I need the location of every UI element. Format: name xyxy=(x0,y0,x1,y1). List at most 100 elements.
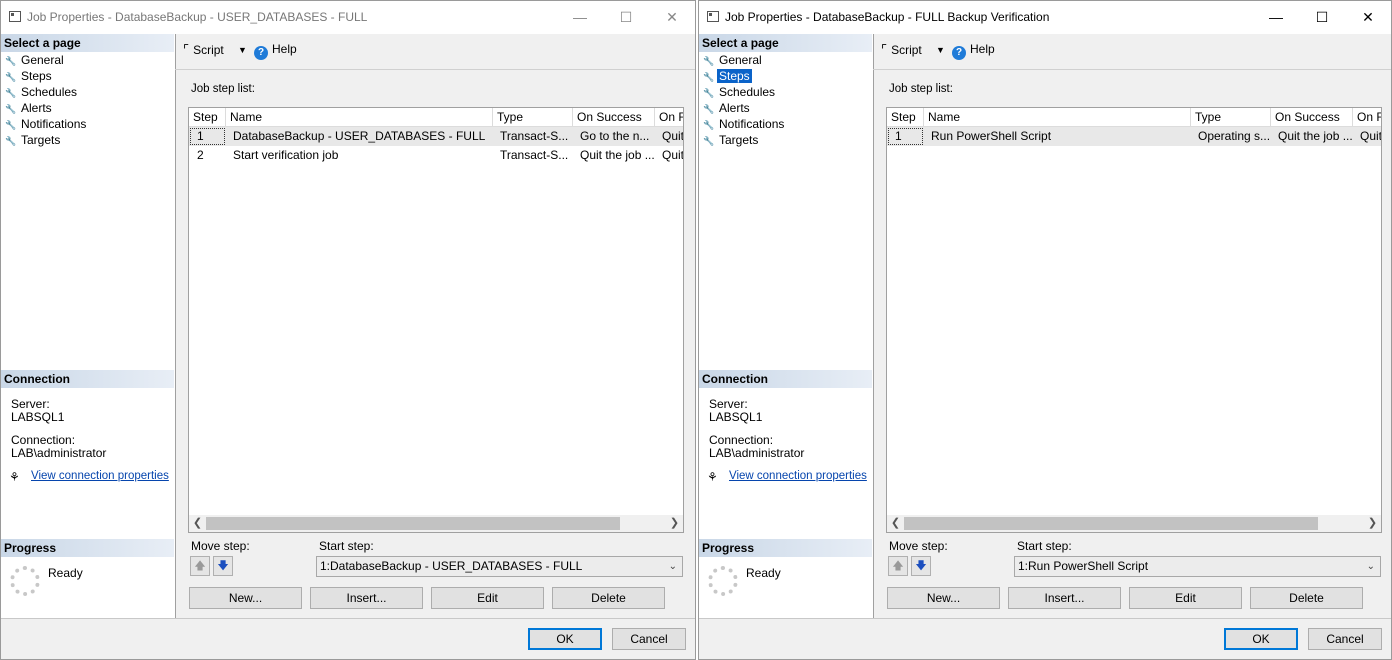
move-step-up-button[interactable]: 🡅 xyxy=(888,556,908,576)
delete-step-button[interactable]: Delete xyxy=(552,587,665,609)
column-header[interactable]: Type xyxy=(1191,108,1271,126)
horizontal-scrollbar[interactable]: ❮ ❯ xyxy=(189,515,683,532)
grid-header: Step Name Type On Success On F xyxy=(189,108,683,127)
table-cell: Operating s... xyxy=(1198,129,1271,143)
table-cell: Quit the job ... xyxy=(580,148,655,162)
move-step-down-button[interactable]: 🡇 xyxy=(213,556,233,576)
chevron-down-icon: ⌄ xyxy=(1366,561,1375,572)
help-button[interactable]: ? Help xyxy=(952,42,995,60)
scroll-left-icon[interactable]: ❮ xyxy=(189,515,206,532)
grid-header: Step Name Type On Success On F xyxy=(887,108,1381,127)
column-header[interactable]: Step xyxy=(189,108,226,126)
table-row[interactable]: 1 Run PowerShell Script Operating s... Quit… xyxy=(887,127,1381,146)
script-dropdown-chevron-icon[interactable]: ▼ xyxy=(238,45,247,55)
column-header[interactable]: Step xyxy=(887,108,924,126)
title-bar[interactable]: Job Properties - DatabaseBackup - USER_D… xyxy=(1,1,695,34)
column-header[interactable]: Name xyxy=(226,108,493,126)
close-button[interactable]: ✕ xyxy=(649,1,695,34)
column-header[interactable]: On Success xyxy=(1271,108,1353,126)
page-item-steps[interactable]: 🔧 Steps xyxy=(703,68,752,84)
connection-header: Connection xyxy=(699,370,872,388)
minimize-button[interactable]: — xyxy=(557,1,603,34)
page-item-label: Notifications xyxy=(719,117,785,131)
page-item-label: Alerts xyxy=(719,101,750,115)
start-step-select[interactable]: 1:Run PowerShell Script ⌄ xyxy=(1014,556,1381,577)
edit-step-button[interactable]: Edit xyxy=(1129,587,1242,609)
start-step-select[interactable]: 1:DatabaseBackup - USER_DATABASES - FULL… xyxy=(316,556,683,577)
horizontal-scrollbar[interactable]: ❮ ❯ xyxy=(887,515,1381,532)
help-icon: ? xyxy=(254,46,268,60)
table-row[interactable]: 1 DatabaseBackup - USER_DATABASES - FULL T… xyxy=(189,127,683,146)
window-title: Job Properties - DatabaseBackup - USER_D… xyxy=(27,10,368,24)
job-step-list-label: Job step list: xyxy=(889,83,953,95)
window-title: Job Properties - DatabaseBackup - FULL B… xyxy=(725,10,1050,24)
footer-divider xyxy=(699,618,1391,619)
help-button[interactable]: ? Help xyxy=(254,42,297,60)
table-cell: Go to the n... xyxy=(580,129,650,143)
select-page-header: Select a page xyxy=(699,34,872,52)
scroll-right-icon[interactable]: ❯ xyxy=(1364,515,1381,532)
minimize-button[interactable]: — xyxy=(1253,1,1299,34)
view-connection-properties-link[interactable]: View connection properties xyxy=(729,470,867,482)
script-button[interactable]: ⌜ Script xyxy=(183,42,224,58)
page-item-schedules[interactable]: 🔧 Schedules xyxy=(5,84,79,100)
page-item-label: Schedules xyxy=(719,85,776,99)
maximize-button[interactable]: ☐ xyxy=(603,1,649,34)
page-item-label: Steps xyxy=(21,69,52,83)
column-header[interactable]: Type xyxy=(493,108,573,126)
column-header[interactable]: On F xyxy=(1353,108,1381,126)
script-icon: ⌜ xyxy=(881,42,888,57)
server-value: LABSQL1 xyxy=(11,410,65,424)
cancel-button[interactable]: Cancel xyxy=(612,628,686,650)
new-step-button[interactable]: New... xyxy=(887,587,1000,609)
table-row[interactable]: 2 Start verification job Transact-S... Quit… xyxy=(189,146,683,165)
footer-divider xyxy=(1,618,695,619)
edit-step-button[interactable]: Edit xyxy=(431,587,544,609)
new-step-button[interactable]: New... xyxy=(189,587,302,609)
cancel-button[interactable]: Cancel xyxy=(1308,628,1382,650)
script-label: Script xyxy=(193,43,224,57)
page-item-alerts[interactable]: 🔧 Alerts xyxy=(5,100,54,116)
progress-header: Progress xyxy=(1,539,174,557)
scroll-left-icon[interactable]: ❮ xyxy=(887,515,904,532)
page-item-targets[interactable]: 🔧 Targets xyxy=(5,132,62,148)
ok-button[interactable]: OK xyxy=(528,628,602,650)
script-button[interactable]: ⌜ Script xyxy=(881,42,922,58)
maximize-button[interactable]: ☐ xyxy=(1299,1,1345,34)
script-dropdown-chevron-icon[interactable]: ▼ xyxy=(936,45,945,55)
page-item-targets[interactable]: 🔧 Targets xyxy=(703,132,760,148)
move-step-up-button[interactable]: 🡅 xyxy=(190,556,210,576)
wrench-icon: 🔧 xyxy=(5,120,17,130)
title-bar[interactable]: Job Properties - DatabaseBackup - FULL B… xyxy=(699,1,1391,34)
delete-step-button[interactable]: Delete xyxy=(1250,587,1363,609)
page-item-notifications[interactable]: 🔧 Notifications xyxy=(703,116,786,132)
view-connection-properties-link[interactable]: View connection properties xyxy=(31,470,169,482)
page-item-notifications[interactable]: 🔧 Notifications xyxy=(5,116,88,132)
column-header[interactable]: Name xyxy=(924,108,1191,126)
column-header[interactable]: On F xyxy=(655,108,683,126)
insert-step-button[interactable]: Insert... xyxy=(310,587,423,609)
page-item-alerts[interactable]: 🔧 Alerts xyxy=(703,100,752,116)
move-step-down-button[interactable]: 🡇 xyxy=(911,556,931,576)
insert-step-button[interactable]: Insert... xyxy=(1008,587,1121,609)
table-cell: Quit xyxy=(662,148,684,162)
page-item-schedules[interactable]: 🔧 Schedules xyxy=(703,84,777,100)
scroll-thumb[interactable] xyxy=(904,517,1318,530)
scroll-thumb[interactable] xyxy=(206,517,620,530)
column-header[interactable]: On Success xyxy=(573,108,655,126)
table-cell: Quit the job ... xyxy=(1278,129,1353,143)
page-item-general[interactable]: 🔧 General xyxy=(5,52,66,68)
page-item-general[interactable]: 🔧 General xyxy=(703,52,764,68)
table-cell: 1 xyxy=(887,127,924,146)
job-step-grid[interactable]: Step Name Type On Success On F 1 Run PowerShe… xyxy=(886,107,1382,533)
job-step-grid[interactable]: Step Name Type On Success On F 1 DatabaseBack… xyxy=(188,107,684,533)
scroll-right-icon[interactable]: ❯ xyxy=(666,515,683,532)
wrench-icon: 🔧 xyxy=(703,72,715,82)
page-item-steps[interactable]: 🔧 Steps xyxy=(5,68,54,84)
ok-button[interactable]: OK xyxy=(1224,628,1298,650)
steps-page: Job step list: Step Name Type On Success On … xyxy=(175,70,695,619)
close-button[interactable]: ✕ xyxy=(1345,1,1391,34)
window-icon xyxy=(9,11,21,22)
help-icon: ? xyxy=(952,46,966,60)
table-cell: Quit xyxy=(662,129,684,143)
